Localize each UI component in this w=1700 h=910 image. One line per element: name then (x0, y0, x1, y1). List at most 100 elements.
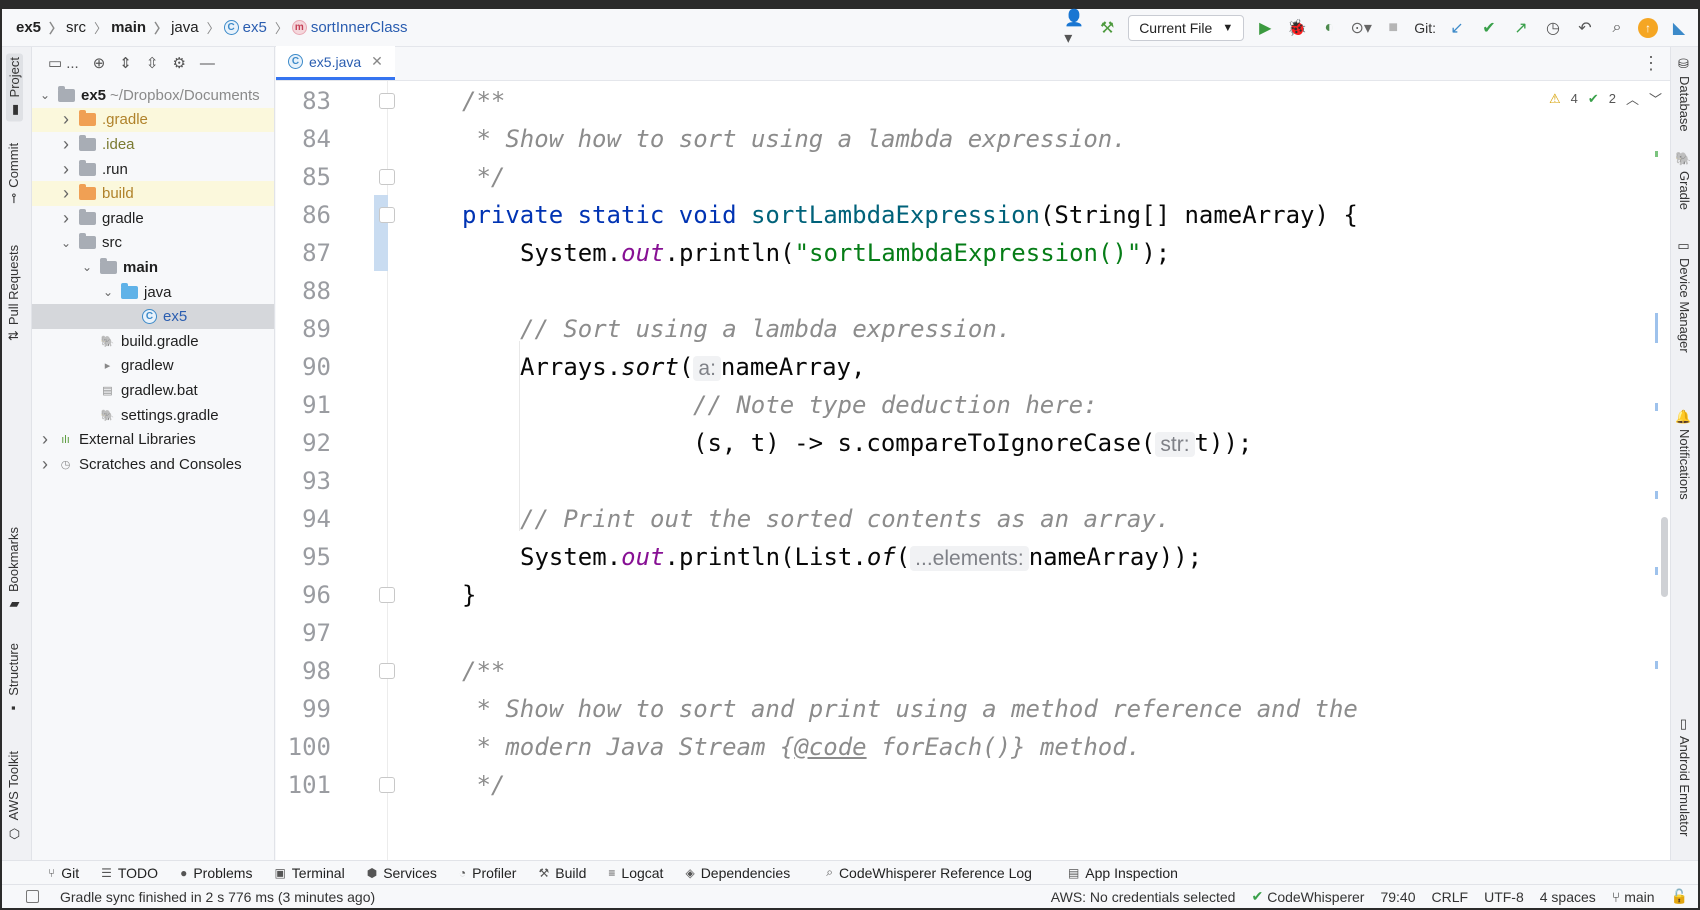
error-stripe-mark[interactable] (1655, 151, 1658, 157)
fold-icon[interactable] (379, 587, 395, 603)
chevron-right-icon[interactable]: › (59, 109, 73, 130)
tab-structure[interactable]: ▪ Structure (6, 643, 21, 716)
error-stripe-mark[interactable] (1655, 567, 1658, 575)
breadcrumb-project[interactable]: ex5 〉 (16, 18, 62, 37)
codewhisperer-status[interactable]: ✔ CodeWhisperer (1251, 888, 1364, 905)
tree-item[interactable]: Cex5 (32, 304, 274, 329)
history-icon[interactable]: ◷ (1542, 17, 1564, 39)
git-push-icon[interactable]: ↗ (1510, 17, 1532, 39)
error-stripe-mark[interactable] (1655, 491, 1658, 499)
update-icon[interactable]: ↑ (1638, 18, 1658, 38)
locate-icon[interactable]: ⊕ (93, 54, 106, 72)
caret-position[interactable]: 79:40 (1380, 889, 1415, 905)
line-number-gutter[interactable]: 83 84 85 86 87 88 89 90 91 92 93 94 95 96 97 98 99 100 101 (276, 81, 395, 860)
run-configuration-select[interactable]: Current File ▼ (1128, 15, 1245, 41)
line-number[interactable]: 88 (271, 277, 331, 305)
tree-item[interactable]: ▤ gradlew.bat (32, 378, 274, 403)
rollback-icon[interactable]: ↶ (1574, 17, 1596, 39)
tool-profiler[interactable]: ◔ Profiler (459, 865, 517, 881)
aws-credentials[interactable]: AWS: No credentials selected (1051, 889, 1236, 905)
tool-todo[interactable]: ☰ TODO (101, 865, 158, 881)
tree-item[interactable]: ⌄ java (32, 280, 274, 305)
line-number[interactable]: 84 (271, 125, 331, 153)
tab-bookmarks[interactable]: ▰ Bookmarks (6, 527, 21, 612)
tool-dependencies[interactable]: ◈ Dependencies (685, 865, 790, 881)
stop-icon[interactable]: ■ (1382, 17, 1404, 39)
chevron-right-icon[interactable]: › (38, 429, 52, 450)
chevron-right-icon[interactable]: › (59, 208, 73, 229)
line-number[interactable]: 85 (271, 163, 331, 191)
line-number[interactable]: 94 (271, 505, 331, 533)
tree-item[interactable]: 🐘 settings.gradle (32, 403, 274, 428)
line-number[interactable]: 99 (271, 695, 331, 723)
chevron-down-icon[interactable]: ⌄ (38, 88, 52, 102)
tab-notifications[interactable]: 🔔 Notifications (1677, 409, 1692, 500)
tree-item[interactable]: ⌄ main (32, 255, 274, 280)
tab-pull-requests[interactable]: ⇅ Pull Requests (6, 245, 21, 341)
fold-icon[interactable] (379, 93, 395, 109)
fold-icon[interactable] (379, 777, 395, 793)
tab-aws-toolkit[interactable]: ⬡ AWS Toolkit (6, 751, 21, 840)
tool-git[interactable]: ⑂ Git (48, 865, 79, 881)
debug-icon[interactable]: 🐞 (1286, 17, 1308, 39)
git-branch[interactable]: ⑂ main (1612, 889, 1655, 905)
android-studio-icon[interactable]: ◣ (1668, 17, 1690, 39)
profile-icon[interactable]: ⊙▾ (1350, 17, 1372, 39)
breadcrumb-src[interactable]: src 〉 (66, 18, 107, 37)
minimize-icon[interactable]: — (200, 55, 215, 72)
chevron-right-icon[interactable]: › (59, 134, 73, 155)
tool-app-inspection[interactable]: ▤ App Inspection (1068, 865, 1178, 881)
line-number[interactable]: 89 (271, 315, 331, 343)
tree-item[interactable]: › ◷ Scratches and Consoles (32, 452, 274, 477)
coverage-icon[interactable]: ◐ (1318, 17, 1340, 39)
lock-icon[interactable]: 🔓 (1671, 888, 1688, 905)
chevron-right-icon[interactable]: › (59, 159, 73, 180)
breadcrumb-class[interactable]: Cex5 〉 (223, 18, 288, 37)
user-icon[interactable]: 👤▾ (1064, 10, 1086, 47)
error-stripe-mark[interactable] (1655, 403, 1658, 411)
tool-services[interactable]: ⬢ Services (367, 865, 437, 881)
line-number[interactable]: 97 (271, 619, 331, 647)
git-commit-icon[interactable]: ✔ (1478, 17, 1500, 39)
build-hammer-icon[interactable]: ⚒ (1096, 17, 1118, 39)
fold-icon[interactable] (379, 207, 395, 223)
chevron-right-icon[interactable]: › (59, 183, 73, 204)
status-message[interactable]: Gradle sync finished in 2 s 776 ms (3 mi… (2, 889, 375, 905)
tool-build[interactable]: ⚒ Build (538, 865, 586, 881)
line-number[interactable]: 92 (271, 429, 331, 457)
git-update-icon[interactable]: ↙ (1446, 17, 1468, 39)
tool-codewhisperer-log[interactable]: ⌕ CodeWhisperer Reference Log (826, 865, 1032, 881)
chevron-down-icon[interactable]: ⌄ (80, 260, 94, 274)
code-area[interactable]: /** * Show how to sort using a lambda ex… (462, 81, 1630, 860)
tool-logcat[interactable]: ≡ Logcat (608, 865, 663, 881)
tab-gradle[interactable]: 🐘 Gradle (1677, 151, 1692, 210)
tab-device-manager[interactable]: ▭ Device Manager (1677, 239, 1692, 353)
gear-icon[interactable]: ⚙ (172, 54, 185, 72)
tree-item[interactable]: ⌄ src (32, 231, 274, 256)
file-encoding[interactable]: UTF-8 (1484, 889, 1524, 905)
line-number[interactable]: 100 (271, 733, 331, 761)
line-separator[interactable]: CRLF (1432, 889, 1469, 905)
collapse-all-icon[interactable]: ⇳ (146, 54, 159, 72)
line-number[interactable]: 86 (271, 201, 331, 229)
fold-icon[interactable] (379, 663, 395, 679)
tree-item[interactable]: ▸ gradlew (32, 354, 274, 379)
tree-item[interactable]: › .idea (32, 132, 274, 157)
search-icon[interactable]: ⌕ (1606, 17, 1628, 39)
tab-android-emulator[interactable]: ▯ Android Emulator (1677, 717, 1692, 836)
line-number[interactable]: 83 (271, 87, 331, 115)
tab-project[interactable]: ▮ Project (6, 53, 23, 122)
line-number[interactable]: 87 (271, 239, 331, 267)
chevron-right-icon[interactable]: › (38, 454, 52, 475)
chevron-down-icon[interactable]: ⌄ (59, 236, 73, 250)
line-number[interactable]: 93 (271, 467, 331, 495)
toggle-tool-windows-icon[interactable] (26, 890, 39, 903)
error-stripe-mark[interactable] (1655, 661, 1658, 669)
indent-setting[interactable]: 4 spaces (1540, 889, 1596, 905)
chevron-down-icon[interactable]: ⌄ (101, 285, 115, 299)
line-number[interactable]: 91 (271, 391, 331, 419)
tree-item[interactable]: 🐘 build.gradle (32, 329, 274, 354)
line-number[interactable]: 90 (271, 353, 331, 381)
breadcrumb-main[interactable]: main 〉 (111, 18, 167, 37)
tab-commit[interactable]: ⊸ Commit (6, 143, 21, 204)
